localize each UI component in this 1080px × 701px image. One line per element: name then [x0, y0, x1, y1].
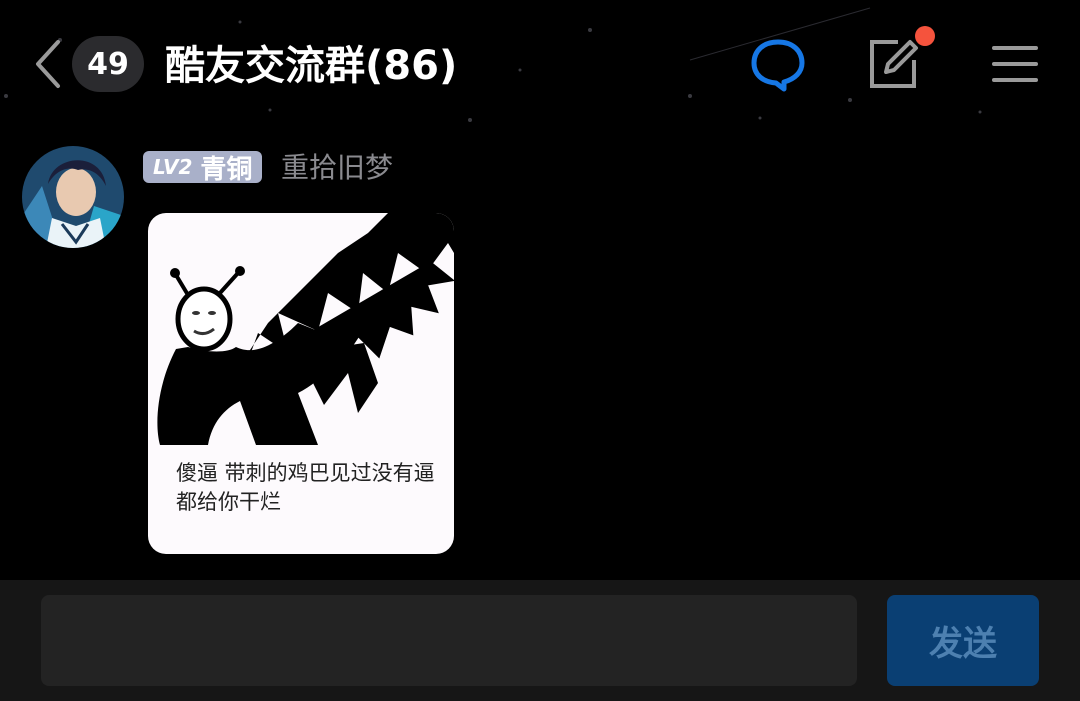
- user-level-badge: LV2 青铜: [143, 151, 263, 185]
- menu-icon[interactable]: [984, 36, 1044, 92]
- badge-level: LV2: [153, 155, 193, 179]
- chat-bubble-icon[interactable]: [748, 36, 808, 92]
- sender-nickname[interactable]: 重拾旧梦: [281, 150, 393, 186]
- send-button[interactable]: 发送: [887, 595, 1039, 686]
- sticker-image: [157, 213, 454, 445]
- notification-dot: [915, 26, 935, 46]
- avatar[interactable]: [22, 146, 124, 248]
- unread-count-badge[interactable]: 49: [72, 36, 144, 92]
- edit-icon[interactable]: [864, 36, 924, 92]
- group-title: 酷友交流群(86): [165, 43, 458, 89]
- chat-header: 49 酷友交流群(86): [0, 0, 1080, 130]
- sticker-message[interactable]: 傻逼 带刺的鸡巴见过没有逼都给你干烂: [148, 213, 454, 554]
- message-input[interactable]: [41, 595, 857, 686]
- badge-rank: 青铜: [200, 154, 253, 185]
- avatar-image: [22, 146, 124, 248]
- back-chevron-icon[interactable]: [28, 36, 68, 92]
- sticker-caption: 傻逼 带刺的鸡巴见过没有逼都给你干烂: [176, 461, 435, 514]
